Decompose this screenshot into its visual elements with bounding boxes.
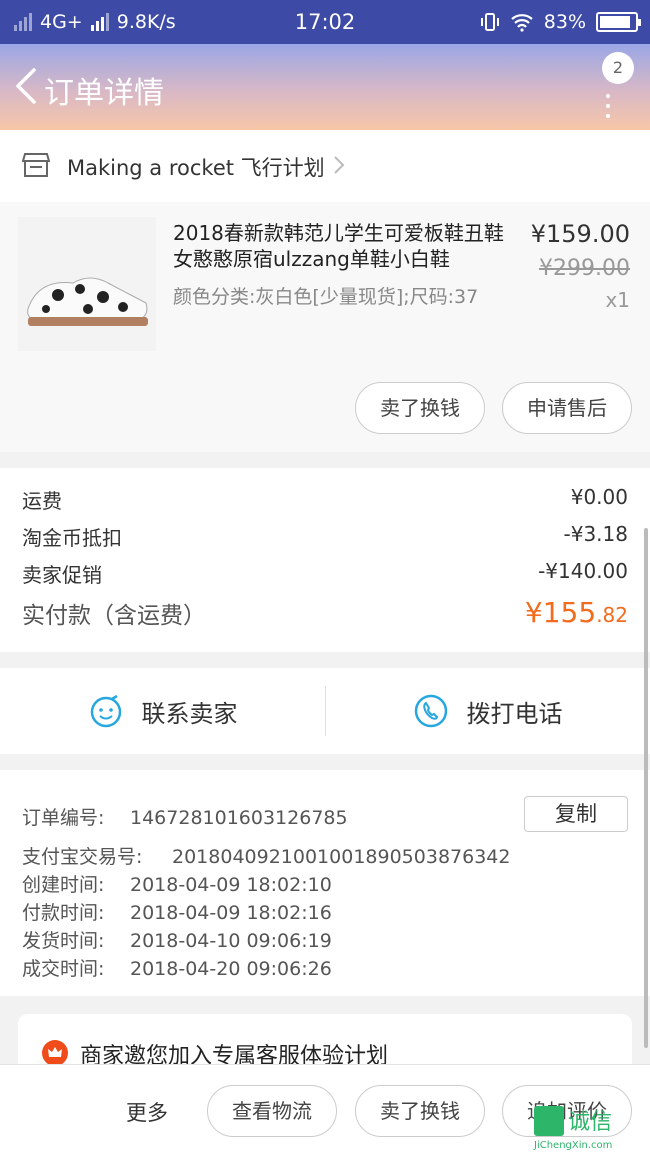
message-badge[interactable]: 2: [602, 52, 634, 84]
view-logistics-button[interactable]: 查看物流: [207, 1085, 337, 1137]
order-number-row: 订单编号: 146728101603126785: [22, 807, 348, 829]
shipped-row: 发货时间: 2018-04-10 09:06:19: [22, 930, 332, 952]
call-button[interactable]: 拨打电话: [325, 668, 650, 754]
back-arrow-icon[interactable]: [12, 66, 42, 106]
alipay-number: 2018040921001001890503876342: [172, 846, 511, 868]
alipay-row: 支付宝交易号: 2018040921001001890503876342: [22, 846, 511, 868]
shipping-row: 运费 ¥0.00: [22, 485, 628, 514]
chat-face-icon: [90, 694, 121, 728]
shop-icon: [22, 153, 50, 177]
sell-button[interactable]: 卖了换钱: [355, 382, 485, 434]
product-price: ¥159.00: [530, 220, 630, 248]
shop-row[interactable]: Making a rocket 飞行计划: [0, 130, 650, 202]
scrollbar[interactable]: [644, 528, 648, 1048]
watermark: 诚信 JiChengXin.com: [534, 1100, 646, 1152]
call-label: 拨打电话: [466, 699, 563, 728]
coin-value: -¥3.18: [563, 522, 628, 546]
shop-name[interactable]: Making a rocket 飞行计划: [67, 152, 325, 182]
cost-summary: 运费 ¥0.00 淘金币抵扣 -¥3.18 卖家促销 -¥140.00 实付款（含运费…: [0, 468, 650, 652]
more-button[interactable]: 更多: [126, 1097, 168, 1127]
sell-for-cash-button[interactable]: 卖了换钱: [355, 1085, 485, 1137]
phone-icon: [414, 694, 447, 728]
contact-seller-button[interactable]: 联系卖家: [0, 668, 325, 754]
nav-header: 订单详情 2: [0, 44, 650, 130]
total-label: 实付款（含运费）: [22, 603, 206, 629]
copy-button[interactable]: 复制: [524, 796, 628, 832]
product-sku: 颜色分类:灰白色[少量现货];尺码:37: [173, 286, 479, 308]
promo-row: 卖家促销 -¥140.00: [22, 559, 628, 588]
paid-row: 付款时间: 2018-04-09 18:02:16: [22, 902, 332, 924]
watermark-logo-icon: [534, 1106, 564, 1136]
chevron-right-icon: [334, 156, 345, 174]
product-title[interactable]: 2018春新款韩范儿学生可爱板鞋丑鞋女憨憨原宿ulzzang单鞋小白鞋: [173, 220, 513, 272]
contact-bar: 联系卖家 拨打电话: [0, 668, 650, 754]
completed-row: 成交时间: 2018-04-20 09:06:26: [22, 958, 332, 980]
status-bar: 4G+ 9.8K/s 17:02 83%: [0, 0, 650, 44]
battery-percent: 83%: [543, 11, 586, 33]
coin-row: 淘金币抵扣 -¥3.18: [22, 522, 628, 551]
order-item[interactable]: 2018春新款韩范儿学生可爱板鞋丑鞋女憨憨原宿ulzzang单鞋小白鞋 颜色分类…: [0, 202, 650, 452]
contact-seller-label: 联系卖家: [141, 699, 238, 728]
coin-label: 淘金币抵扣: [22, 526, 122, 550]
created-row: 创建时间: 2018-04-09 18:02:10: [22, 874, 332, 896]
after-sale-button[interactable]: 申请售后: [502, 382, 632, 434]
shipping-value: ¥0.00: [570, 485, 628, 509]
crown-icon: [42, 1040, 68, 1066]
promo-value: -¥140.00: [538, 559, 628, 583]
order-info: 订单编号: 146728101603126785 复制 支付宝交易号: 201804…: [0, 770, 650, 996]
product-quantity: x1: [605, 288, 630, 312]
wifi-icon: [511, 14, 533, 32]
more-menu-icon[interactable]: [606, 94, 610, 124]
total-row: 实付款（含运费） ¥155.82: [22, 596, 628, 630]
product-thumbnail[interactable]: [18, 217, 156, 351]
shipping-label: 运费: [22, 489, 62, 513]
page-title: 订单详情: [44, 76, 164, 111]
total-value: ¥155.82: [524, 596, 628, 629]
order-number: 146728101603126785: [130, 807, 348, 829]
promo-label: 卖家促销: [22, 563, 102, 587]
product-original-price: ¥299.00: [539, 256, 630, 281]
battery-icon: [596, 12, 641, 32]
vibrate-icon: [480, 13, 499, 31]
